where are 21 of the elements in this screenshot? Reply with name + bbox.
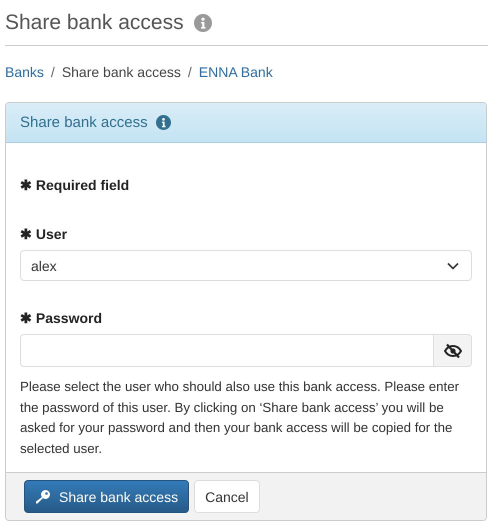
required-note: ✱ Required field (20, 177, 130, 193)
panel-title: Share bank access (20, 114, 148, 131)
key-icon (35, 488, 51, 504)
user-select[interactable]: alex (20, 250, 472, 281)
chevron-down-icon (447, 262, 459, 270)
breadcrumb-link[interactable]: Banks (5, 64, 44, 80)
info-icon (156, 115, 171, 130)
field-label: ✱ Password (20, 310, 104, 326)
visibility-toggle[interactable] (434, 334, 472, 367)
share-button[interactable]: Share bank access (24, 480, 190, 513)
info-icon (194, 14, 212, 32)
breadcrumb-separator: / (188, 64, 192, 80)
breadcrumb-current: Share bank access (62, 64, 181, 80)
help-text: Please select the user who should also use this bank access. Please enter the password of this user. By clicking on ‘Share bank access’ you will be asked for your password and then your bank access will be copied for the selected user. (20, 378, 460, 458)
page-title: Share bank access (5, 11, 184, 35)
password-field[interactable] (20, 334, 434, 367)
breadcrumb-link[interactable]: ENNA Bank (198, 64, 273, 80)
cancel-button[interactable]: Cancel (194, 480, 260, 513)
field-label: ✱ User (20, 226, 68, 242)
eye-slash-icon (444, 342, 462, 358)
breadcrumb-separator: / (50, 64, 55, 80)
